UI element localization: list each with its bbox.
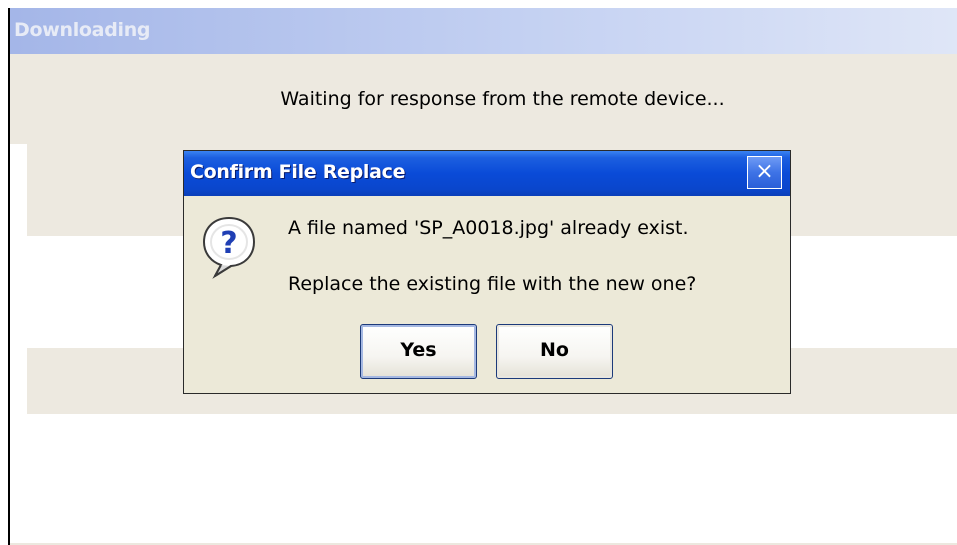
yes-button[interactable]: Yes	[360, 324, 477, 379]
downloading-title: Downloading	[14, 19, 151, 41]
downloading-status-message: Waiting for response from the remote dev…	[280, 88, 725, 110]
downloading-status-area: Waiting for response from the remote dev…	[10, 54, 957, 144]
no-button[interactable]: No	[496, 324, 613, 379]
downloading-titlebar: Downloading	[10, 8, 957, 54]
question-bubble-icon: ?	[202, 216, 256, 279]
confirm-file-replace-dialog: Confirm File Replace × ? A file named 'S…	[183, 150, 791, 394]
dialog-title: Confirm File Replace	[190, 161, 406, 183]
screen: Downloading Waiting for response from th…	[0, 0, 957, 545]
dialog-message-replace-question: Replace the existing file with the new o…	[288, 273, 697, 295]
close-icon: ×	[755, 159, 774, 184]
dialog-titlebar[interactable]: Confirm File Replace ×	[184, 151, 790, 196]
dialog-message-file-exists: A file named 'SP_A0018.jpg' already exis…	[288, 217, 689, 239]
close-button[interactable]: ×	[747, 156, 782, 189]
svg-text:?: ?	[220, 226, 237, 261]
